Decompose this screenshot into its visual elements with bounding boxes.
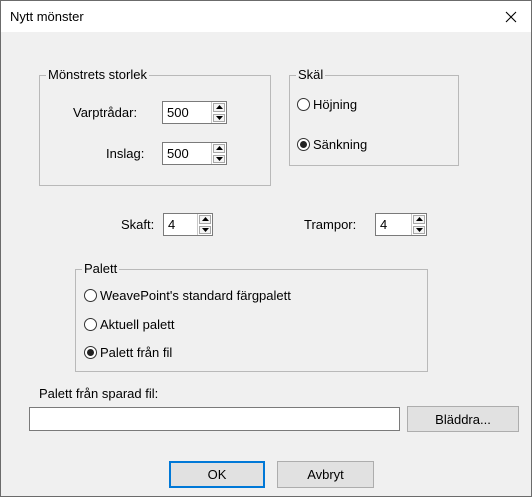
dialog-window: Nytt mönster Mönstrets storlek Varptråda… bbox=[0, 0, 532, 497]
shafts-up-button[interactable] bbox=[199, 215, 211, 224]
close-button[interactable] bbox=[491, 1, 531, 32]
radio-sankning[interactable]: Sänkning bbox=[297, 137, 367, 152]
radio-current-palette[interactable]: Aktuell palett bbox=[84, 317, 174, 332]
treadles-down-button[interactable] bbox=[413, 225, 425, 234]
pattern-size-group: Mönstrets storlek bbox=[39, 67, 271, 186]
radio-file-palette[interactable]: Palett från fil bbox=[84, 345, 172, 360]
shafts-value[interactable]: 4 bbox=[164, 214, 197, 235]
treadles-up-button[interactable] bbox=[413, 215, 425, 224]
window-title: Nytt mönster bbox=[10, 9, 84, 24]
browse-button[interactable]: Bläddra... bbox=[407, 406, 519, 432]
palette-file-label: Palett från sparad fil: bbox=[39, 386, 159, 401]
arrow-up-icon bbox=[201, 217, 209, 222]
radio-sankning-label: Sänkning bbox=[313, 137, 368, 152]
treadles-value[interactable]: 4 bbox=[376, 214, 411, 235]
arrow-up-icon bbox=[215, 146, 223, 151]
palette-group-label: Palett bbox=[82, 261, 120, 277]
treadles-stepper[interactable]: 4 bbox=[375, 213, 427, 236]
weft-stepper[interactable]: 500 bbox=[162, 142, 227, 165]
radio-file-palette-circle[interactable] bbox=[84, 346, 97, 359]
arrow-down-icon bbox=[201, 227, 209, 232]
palette-file-input[interactable] bbox=[29, 407, 400, 431]
radio-current-palette-circle[interactable] bbox=[84, 318, 97, 331]
reason-group-label: Skäl bbox=[296, 67, 326, 83]
shafts-down-button[interactable] bbox=[199, 225, 211, 234]
radio-file-palette-label: Palett från fil bbox=[100, 345, 173, 360]
warp-label: Varptrådar: bbox=[73, 105, 138, 120]
warp-up-button[interactable] bbox=[213, 103, 225, 112]
radio-hojning-circle[interactable] bbox=[297, 98, 310, 111]
treadles-label: Trampor: bbox=[304, 217, 357, 232]
shafts-stepper[interactable]: 4 bbox=[163, 213, 213, 236]
shafts-label: Skaft: bbox=[121, 217, 155, 232]
arrow-down-icon bbox=[215, 156, 223, 161]
weft-value[interactable]: 500 bbox=[163, 143, 211, 164]
arrow-up-icon bbox=[415, 217, 423, 222]
radio-hojning[interactable]: Höjning bbox=[297, 97, 357, 112]
radio-standard-palette-label: WeavePoint's standard färgpalett bbox=[100, 288, 291, 303]
radio-sankning-circle[interactable] bbox=[297, 138, 310, 151]
title-bar: Nytt mönster bbox=[1, 1, 531, 32]
warp-down-button[interactable] bbox=[213, 113, 225, 122]
weft-down-button[interactable] bbox=[213, 154, 225, 163]
arrow-down-icon bbox=[415, 227, 423, 232]
radio-standard-palette[interactable]: WeavePoint's standard färgpalett bbox=[84, 288, 291, 303]
radio-standard-palette-circle[interactable] bbox=[84, 289, 97, 302]
close-icon bbox=[505, 11, 517, 22]
pattern-size-group-label: Mönstrets storlek bbox=[46, 67, 149, 83]
reason-group: Skäl bbox=[289, 67, 459, 166]
weft-up-button[interactable] bbox=[213, 144, 225, 153]
radio-current-palette-label: Aktuell palett bbox=[100, 317, 175, 332]
weft-label: Inslag: bbox=[106, 146, 145, 161]
warp-stepper[interactable]: 500 bbox=[162, 101, 227, 124]
arrow-up-icon bbox=[215, 105, 223, 110]
warp-value[interactable]: 500 bbox=[163, 102, 211, 123]
arrow-down-icon bbox=[215, 115, 223, 120]
radio-hojning-label: Höjning bbox=[313, 97, 358, 112]
ok-button[interactable]: OK bbox=[169, 461, 265, 488]
cancel-button[interactable]: Avbryt bbox=[277, 461, 374, 488]
